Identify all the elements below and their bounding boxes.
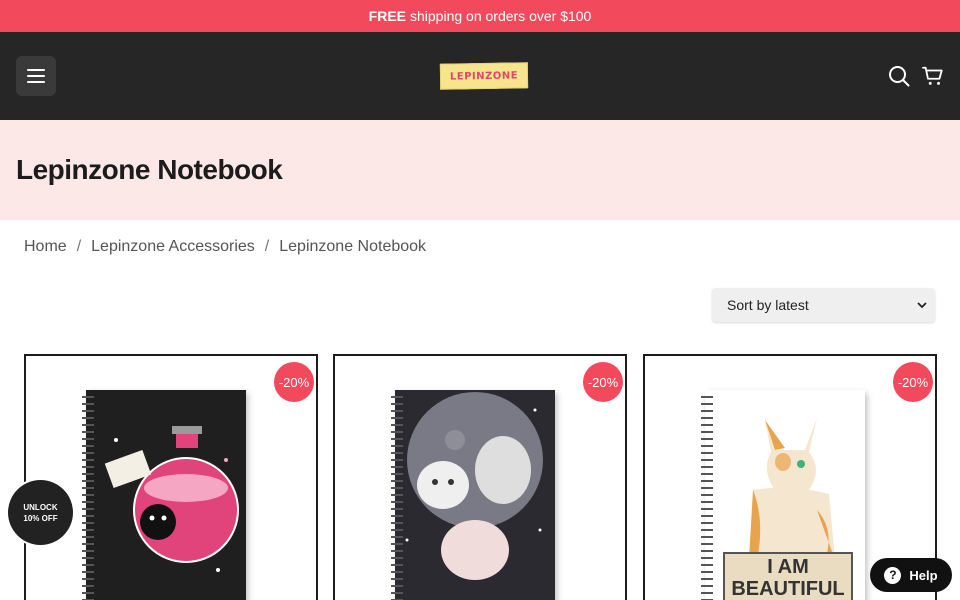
- search-icon: [889, 66, 910, 87]
- hamburger-icon: [27, 69, 45, 83]
- unlock-discount-button[interactable]: UNLOCK 10% OFF: [8, 480, 73, 545]
- breadcrumb-separator: /: [76, 238, 82, 255]
- discount-badge: -20%: [583, 362, 623, 402]
- breadcrumb-current: Lepinzone Notebook: [279, 238, 427, 255]
- discount-badge: -20%: [274, 362, 314, 402]
- site-logo[interactable]: LEPINZONE: [439, 62, 529, 90]
- breadcrumb: Home / Lepinzone Accessories / Lepinzone…: [24, 238, 426, 256]
- sort-select[interactable]: Sort by latest: [712, 288, 935, 322]
- howling-cats-artwork: [405, 392, 543, 580]
- discount-badge: -20%: [893, 362, 933, 402]
- unlock-line1: UNLOCK: [23, 502, 58, 512]
- product-image[interactable]: I AM BEAUTIFUL: [701, 390, 865, 600]
- search-button[interactable]: [888, 65, 910, 87]
- breadcrumb-accessories[interactable]: Lepinzone Accessories: [91, 238, 255, 256]
- menu-button[interactable]: [16, 56, 56, 96]
- notebook-spiral: [391, 396, 403, 600]
- help-button[interactable]: ? Help: [870, 558, 952, 592]
- question-icon: ?: [884, 566, 902, 584]
- product-card[interactable]: -20%: [333, 354, 627, 600]
- cover-text: I AM BEAUTIFUL: [723, 552, 853, 600]
- potion-bottle-artwork: [104, 426, 239, 572]
- chevron-down-icon: [917, 301, 927, 308]
- page-hero: Lepinzone Notebook: [0, 120, 960, 220]
- shipping-message: shipping on orders over $100: [410, 8, 592, 24]
- site-header: LEPINZONE: [0, 32, 960, 120]
- product-image[interactable]: [82, 390, 246, 600]
- breadcrumb-separator: /: [264, 238, 270, 255]
- page-title: Lepinzone Notebook: [16, 154, 283, 185]
- notebook-spiral: [82, 396, 94, 600]
- logo-text: LEPINZONE: [449, 69, 519, 83]
- cart-button[interactable]: [922, 65, 944, 87]
- free-label: FREE: [368, 8, 406, 24]
- unlock-line2: 10% OFF: [23, 513, 58, 523]
- free-shipping-bar: FREE shipping on orders over $100: [0, 0, 960, 32]
- notebook-spiral: [701, 396, 713, 600]
- cart-icon: [922, 66, 943, 85]
- product-card[interactable]: -20%: [24, 354, 318, 600]
- breadcrumb-home[interactable]: Home: [24, 238, 67, 256]
- sort-selected-value: Sort by latest: [727, 297, 809, 313]
- product-image[interactable]: [391, 390, 555, 600]
- help-label: Help: [909, 567, 938, 583]
